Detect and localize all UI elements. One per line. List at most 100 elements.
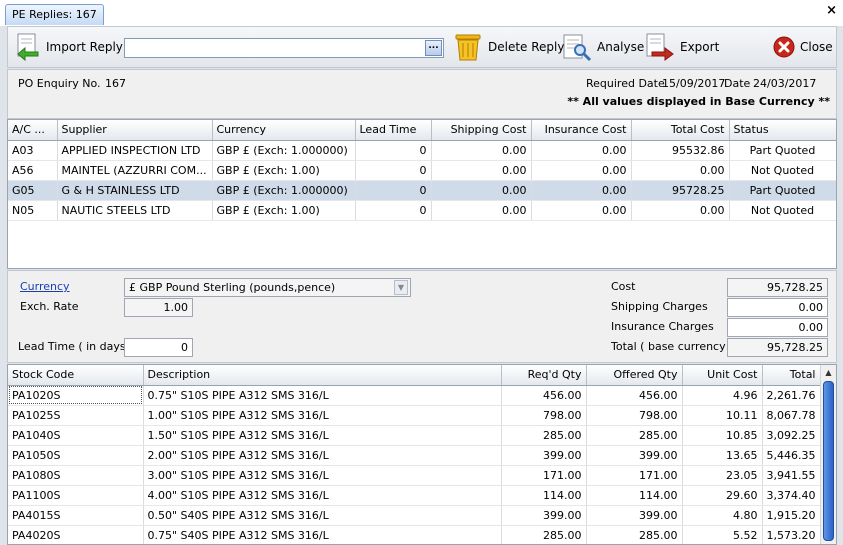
scrollbar-thumb[interactable] xyxy=(823,381,834,541)
close-label: Close xyxy=(800,40,833,54)
vertical-scrollbar[interactable]: ▲ xyxy=(820,365,836,544)
cell-unit-cost: 23.05 xyxy=(682,465,763,486)
col-header-total[interactable]: Total xyxy=(762,365,821,386)
cell-total: 3,374.40 xyxy=(762,485,821,506)
total-base-currency-field: 95,728.25 xyxy=(727,338,828,357)
item-row[interactable]: PA1080S 3.00" S10S PIPE A312 SMS 316/L 1… xyxy=(8,465,821,486)
currency-select[interactable]: £ GBP Pound Sterling (pounds,pence) ▼ xyxy=(124,278,411,297)
col-header-unit-cost[interactable]: Unit Cost xyxy=(682,365,763,386)
cell-description: 4.00" S10S PIPE A312 SMS 316/L xyxy=(143,485,502,506)
close-button[interactable]: Close xyxy=(772,31,833,63)
cell-description: 0.75" S40S PIPE A312 SMS 316/L xyxy=(143,525,502,544)
browse-button[interactable]: ... xyxy=(425,40,442,56)
cost-label: Cost xyxy=(611,280,636,293)
item-row[interactable]: PA1050S 2.00" S10S PIPE A312 SMS 316/L 3… xyxy=(8,445,821,466)
cell-offered-qty: 798.00 xyxy=(586,405,683,426)
cell-status: Not Quoted xyxy=(729,160,836,181)
cell-lead-time: 0 xyxy=(355,180,432,201)
col-header-currency[interactable]: Currency xyxy=(212,120,356,141)
scroll-up-icon[interactable]: ▲ xyxy=(821,365,836,381)
col-header-insurance-cost[interactable]: Insurance Cost xyxy=(531,120,632,141)
item-row[interactable]: PA1020S 0.75" S10S PIPE A312 SMS 316/L 4… xyxy=(8,385,821,406)
chevron-down-icon[interactable]: ▼ xyxy=(394,280,408,295)
import-file-combo[interactable]: ... xyxy=(124,38,444,58)
cell-stock-code: PA1080S xyxy=(8,465,144,486)
tab-pe-replies[interactable]: PE Replies: 167 xyxy=(5,4,104,25)
cell-total: 3,941.55 xyxy=(762,465,821,486)
cell-offered-qty: 285.00 xyxy=(586,525,683,544)
supplier-row-selected[interactable]: G05 G & H STAINLESS LTD GBP £ (Exch: 1.0… xyxy=(8,180,836,201)
cell-stock-code: PA4015S xyxy=(8,505,144,526)
cell-shipping-cost: 0.00 xyxy=(431,200,532,221)
shipping-charges-field[interactable]: 0.00 xyxy=(727,298,828,317)
cell-description: 0.75" S10S PIPE A312 SMS 316/L xyxy=(143,385,502,406)
cell-offered-qty: 285.00 xyxy=(586,425,683,446)
cell-stock-code: PA1020S xyxy=(8,385,144,406)
cell-total: 1,573.20 xyxy=(762,525,821,544)
cell-total: 5,446.35 xyxy=(762,445,821,466)
col-header-description[interactable]: Description xyxy=(143,365,502,386)
cell-stock-code: PA1040S xyxy=(8,425,144,446)
lead-time-field[interactable]: 0 xyxy=(124,338,193,357)
cell-total-cost: 95532.86 xyxy=(631,140,730,161)
item-row[interactable]: PA1100S 4.00" S10S PIPE A312 SMS 316/L 1… xyxy=(8,485,821,506)
col-header-supplier[interactable]: Supplier xyxy=(57,120,213,141)
cell-total: 3,092.25 xyxy=(762,425,821,446)
window-close-icon[interactable]: × xyxy=(826,3,837,18)
import-reply-button[interactable]: Import Reply xyxy=(12,31,123,63)
trash-icon xyxy=(455,34,481,61)
col-header-account[interactable]: A/C ... xyxy=(8,120,58,141)
currency-link[interactable]: Currency xyxy=(20,280,70,293)
cell-reqd-qty: 285.00 xyxy=(501,525,587,544)
item-row[interactable]: PA4020S 0.75" S40S PIPE A312 SMS 316/L 2… xyxy=(8,525,821,544)
close-icon xyxy=(773,36,795,58)
cell-account: N05 xyxy=(8,200,58,221)
item-row[interactable]: PA1025S 1.00" S10S PIPE A312 SMS 316/L 7… xyxy=(8,405,821,426)
shipping-charges-label: Shipping Charges xyxy=(611,300,708,313)
cell-unit-cost: 5.52 xyxy=(682,525,763,544)
item-row[interactable]: PA4015S 0.50" S40S PIPE A312 SMS 316/L 3… xyxy=(8,505,821,526)
col-header-offered-qty[interactable]: Offered Qty xyxy=(586,365,683,386)
cell-lead-time: 0 xyxy=(355,140,432,161)
cell-status: Not Quoted xyxy=(729,200,836,221)
cell-lead-time: 0 xyxy=(355,160,432,181)
cell-shipping-cost: 0.00 xyxy=(431,160,532,181)
import-reply-label: Import Reply xyxy=(46,40,123,54)
delete-reply-button[interactable]: Delete Reply xyxy=(452,31,564,63)
cost-field: 95,728.25 xyxy=(727,278,828,297)
cell-offered-qty: 399.00 xyxy=(586,445,683,466)
supplier-row[interactable]: A03 APPLIED INSPECTION LTD GBP £ (Exch: … xyxy=(8,140,836,161)
cell-total-cost: 0.00 xyxy=(631,160,730,181)
cell-stock-code: PA1100S xyxy=(8,485,144,506)
cell-stock-code: PA4020S xyxy=(8,525,144,544)
supplier-row[interactable]: A56 MAINTEL (AZZURRI COM... GBP £ (Exch:… xyxy=(8,160,836,181)
date-label: Date xyxy=(724,77,751,90)
item-row[interactable]: PA1040S 1.50" S10S PIPE A312 SMS 316/L 2… xyxy=(8,425,821,446)
col-header-status[interactable]: Status xyxy=(729,120,836,141)
col-header-shipping-cost[interactable]: Shipping Cost xyxy=(431,120,532,141)
cell-account: A03 xyxy=(8,140,58,161)
supplier-row[interactable]: N05 NAUTIC STEELS LTD GBP £ (Exch: 1.00)… xyxy=(8,200,836,221)
cell-supplier: NAUTIC STEELS LTD xyxy=(57,200,213,221)
line-items-grid: Stock Code Description Req'd Qty Offered… xyxy=(7,364,837,545)
analyse-button[interactable]: Analyse xyxy=(561,31,644,63)
cell-total-cost: 95728.25 xyxy=(631,180,730,201)
cell-insurance-cost: 0.00 xyxy=(531,200,632,221)
cell-offered-qty: 114.00 xyxy=(586,485,683,506)
enquiry-header: PO Enquiry No. 167 Required Date 15/09/2… xyxy=(7,69,837,119)
supplier-detail-panel: Currency £ GBP Pound Sterling (pounds,pe… xyxy=(7,270,837,363)
cell-account: A56 xyxy=(8,160,58,181)
cell-reqd-qty: 114.00 xyxy=(501,485,587,506)
export-label: Export xyxy=(680,40,720,54)
col-header-reqd-qty[interactable]: Req'd Qty xyxy=(501,365,587,386)
cell-unit-cost: 10.85 xyxy=(682,425,763,446)
col-header-total-cost[interactable]: Total Cost xyxy=(631,120,730,141)
col-header-stock-code[interactable]: Stock Code xyxy=(8,365,144,386)
col-header-lead-time[interactable]: Lead Time xyxy=(355,120,432,141)
exch-rate-field[interactable]: 1.00 xyxy=(124,298,193,317)
cell-status: Part Quoted xyxy=(729,180,836,201)
export-button[interactable]: Export xyxy=(644,31,719,63)
insurance-charges-field[interactable]: 0.00 xyxy=(727,318,828,337)
cell-unit-cost: 29.60 xyxy=(682,485,763,506)
cell-reqd-qty: 399.00 xyxy=(501,505,587,526)
